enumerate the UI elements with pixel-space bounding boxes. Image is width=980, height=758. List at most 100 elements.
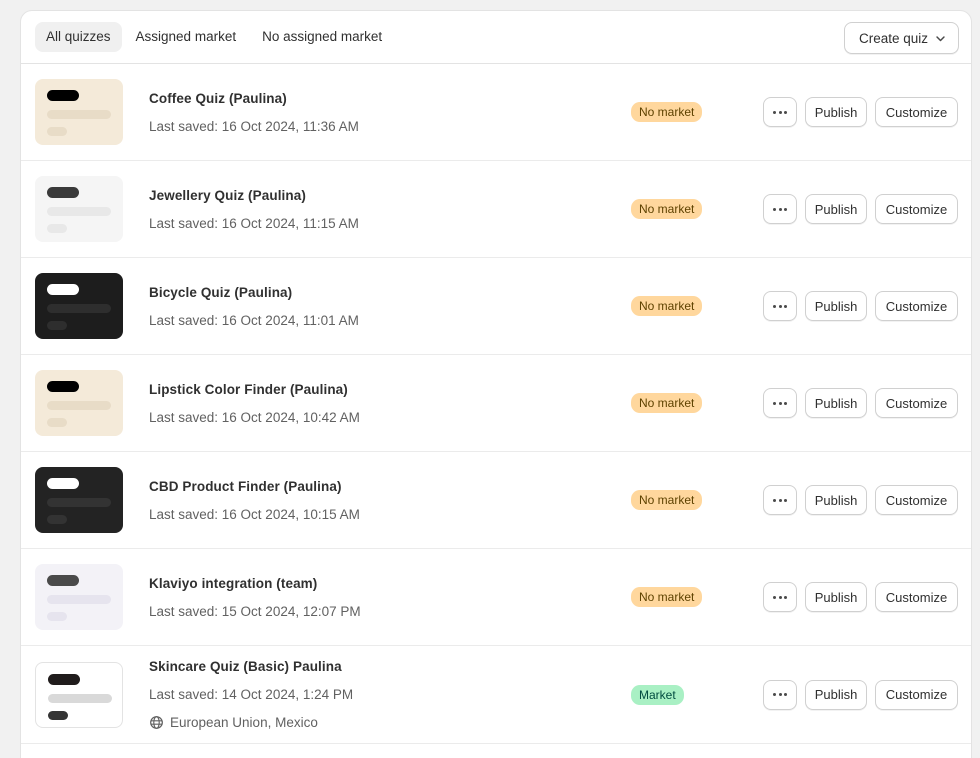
quiz-row-actions: Publish Customize — [763, 582, 958, 612]
status-badge: No market — [631, 393, 703, 413]
toolbar: All quizzes Assigned market No assigned ma… — [21, 11, 971, 64]
thumbnail-title-placeholder — [48, 673, 80, 685]
quiz-markets: European Union, Mexico — [149, 713, 631, 732]
thumbnail-bar-placeholder — [47, 401, 111, 410]
create-quiz-label: Create quiz — [858, 30, 928, 46]
publish-button[interactable]: Publish — [805, 388, 867, 418]
quiz-row-actions: Publish Customize — [763, 679, 958, 710]
publish-button[interactable]: Publish — [805, 291, 867, 321]
thumbnail-bar-placeholder — [47, 498, 111, 507]
quiz-title: Skincare Quiz (Basic) Paulina — [149, 659, 342, 674]
customize-button[interactable]: Customize — [875, 388, 958, 418]
quiz-title: Lipstick Color Finder (Paulina) — [149, 381, 348, 397]
customize-button[interactable]: Customize — [875, 679, 958, 710]
quiz-row[interactable]: CBD Product Finder (Paulina) Last saved: … — [21, 452, 971, 549]
publish-button[interactable]: Publish — [805, 194, 867, 224]
quiz-row[interactable]: Klaviyo integration (team) Last saved: 15… — [21, 549, 971, 646]
quiz-thumbnail — [35, 79, 123, 145]
tab-assigned-market[interactable]: Assigned market — [124, 22, 249, 52]
more-actions-button[interactable] — [763, 291, 797, 321]
thumbnail-bar-placeholder — [48, 693, 112, 703]
customize-button[interactable]: Customize — [875, 291, 958, 321]
quiz-row[interactable]: Coffee Quiz (Paulina) Last saved: 16 Oct … — [21, 64, 971, 161]
quiz-thumbnail — [35, 176, 123, 242]
quiz-row-actions: Publish Customize — [763, 485, 958, 515]
quiz-status-cell: No market — [631, 393, 763, 413]
quiz-thumbnail — [35, 564, 123, 630]
chevron-down-icon — [935, 33, 946, 44]
quiz-row-actions: Publish Customize — [763, 97, 958, 127]
quiz-title: Coffee Quiz (Paulina) — [149, 90, 287, 106]
quiz-status-cell: Market — [631, 684, 763, 705]
thumbnail-bar-placeholder — [47, 595, 111, 604]
quiz-info: Jewellery Quiz (Paulina) Last saved: 16 O… — [149, 186, 631, 233]
customize-button[interactable]: Customize — [875, 97, 958, 127]
quiz-info: Lipstick Color Finder (Paulina) Last save… — [149, 380, 631, 427]
quiz-row[interactable]: Bicycle Quiz (Paulina) Last saved: 16 Oct… — [21, 258, 971, 355]
quiz-thumbnail — [35, 370, 123, 436]
status-badge: No market — [631, 102, 703, 122]
ellipsis-icon — [773, 693, 787, 696]
ellipsis-icon — [773, 498, 787, 502]
quiz-list: Coffee Quiz (Paulina) Last saved: 16 Oct … — [21, 64, 971, 744]
quiz-status-cell: No market — [631, 587, 763, 607]
quiz-row-actions: Publish Customize — [763, 388, 958, 418]
publish-button[interactable]: Publish — [805, 485, 867, 515]
status-badge: No market — [631, 587, 703, 607]
quiz-last-saved: Last saved: 16 Oct 2024, 11:36 AM — [149, 118, 359, 134]
quiz-thumbnail — [35, 273, 123, 339]
publish-button[interactable]: Publish — [805, 97, 867, 127]
quiz-status-cell: No market — [631, 102, 763, 122]
quiz-row-actions: Publish Customize — [763, 291, 958, 321]
thumbnail-title-placeholder — [47, 187, 79, 198]
thumbnail-title-placeholder — [47, 381, 79, 392]
quiz-status-cell: No market — [631, 490, 763, 510]
publish-button[interactable]: Publish — [805, 582, 867, 612]
quiz-last-saved: Last saved: 16 Oct 2024, 11:15 AM — [149, 215, 359, 231]
thumbnail-title-placeholder — [47, 478, 79, 489]
more-actions-button[interactable] — [763, 194, 797, 224]
quiz-last-saved: Last saved: 16 Oct 2024, 11:01 AM — [149, 312, 359, 328]
status-badge: Market — [631, 684, 684, 705]
quiz-title: Klaviyo integration (team) — [149, 575, 318, 591]
quiz-info: Coffee Quiz (Paulina) Last saved: 16 Oct … — [149, 89, 631, 136]
customize-button[interactable]: Customize — [875, 582, 958, 612]
quiz-row[interactable]: Skincare Quiz (Basic) Paulina Last saved:… — [21, 646, 971, 744]
thumbnail-button-placeholder — [47, 612, 67, 621]
status-badge: No market — [631, 296, 703, 316]
quiz-list-page: All quizzes Assigned market No assigned ma… — [0, 0, 980, 758]
more-actions-button[interactable] — [763, 679, 797, 710]
more-actions-button[interactable] — [763, 97, 797, 127]
thumbnail-button-placeholder — [47, 127, 67, 136]
more-actions-button[interactable] — [763, 485, 797, 515]
ellipsis-icon — [773, 207, 787, 211]
quiz-info: Skincare Quiz (Basic) Paulina Last saved:… — [149, 657, 631, 732]
quiz-list-card: All quizzes Assigned market No assigned ma… — [20, 10, 972, 758]
quiz-info: Klaviyo integration (team) Last saved: 15… — [149, 574, 631, 621]
quiz-row[interactable]: Lipstick Color Finder (Paulina) Last save… — [21, 355, 971, 452]
globe-icon — [149, 715, 164, 730]
tab-bar: All quizzes Assigned market No assigned ma… — [35, 22, 394, 52]
status-badge: No market — [631, 199, 703, 219]
quiz-row[interactable]: Jewellery Quiz (Paulina) Last saved: 16 O… — [21, 161, 971, 258]
tab-no-assigned-market[interactable]: No assigned market — [250, 22, 394, 52]
quiz-last-saved: Last saved: 16 Oct 2024, 10:42 AM — [149, 409, 360, 425]
quiz-last-saved: Last saved: 14 Oct 2024, 1:24 PM — [149, 687, 354, 702]
thumbnail-button-placeholder — [47, 418, 67, 427]
thumbnail-title-placeholder — [47, 90, 79, 101]
thumbnail-button-placeholder — [47, 321, 67, 330]
quiz-thumbnail — [35, 467, 123, 533]
create-quiz-button[interactable]: Create quiz — [843, 22, 959, 54]
quiz-info: Bicycle Quiz (Paulina) Last saved: 16 Oct… — [149, 283, 631, 330]
customize-button[interactable]: Customize — [875, 485, 958, 515]
publish-button[interactable]: Publish — [805, 679, 867, 710]
quiz-row-actions: Publish Customize — [763, 194, 958, 224]
quiz-info: CBD Product Finder (Paulina) Last saved: … — [149, 477, 631, 524]
customize-button[interactable]: Customize — [875, 194, 958, 224]
ellipsis-icon — [773, 595, 787, 599]
thumbnail-bar-placeholder — [47, 304, 111, 313]
thumbnail-button-placeholder — [47, 224, 67, 233]
more-actions-button[interactable] — [763, 582, 797, 612]
tab-all-quizzes[interactable]: All quizzes — [35, 22, 122, 52]
more-actions-button[interactable] — [763, 388, 797, 418]
